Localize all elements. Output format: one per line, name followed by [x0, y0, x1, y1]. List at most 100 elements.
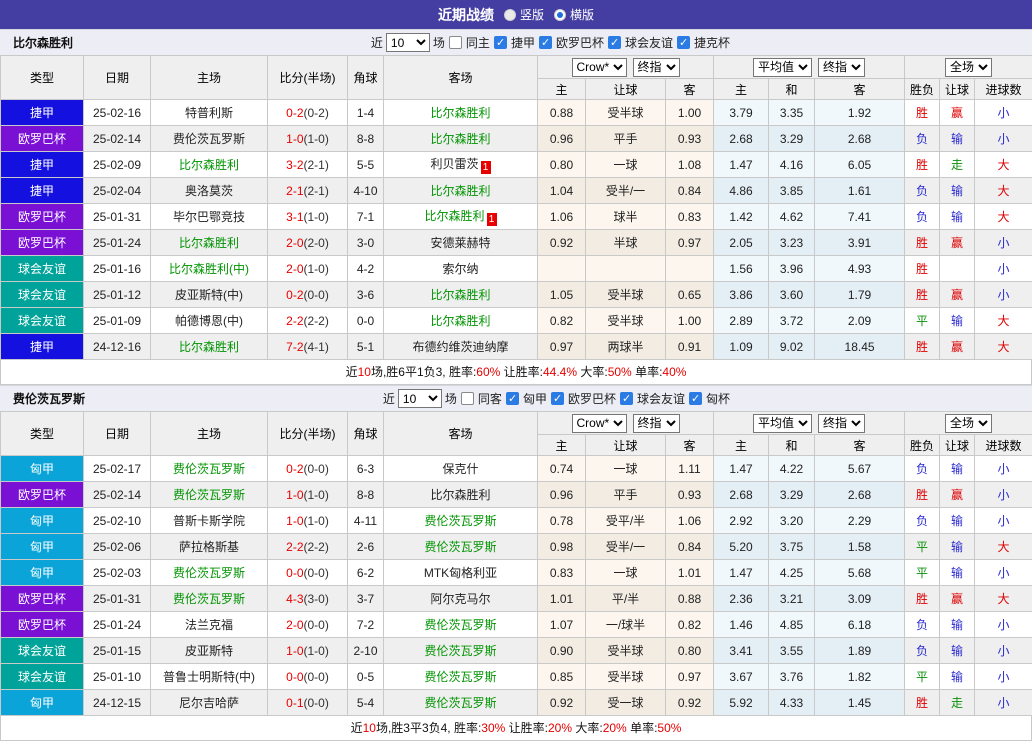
home-team[interactable]: 费伦茨瓦罗斯: [173, 462, 245, 476]
away-team[interactable]: 费伦茨瓦罗斯: [424, 618, 496, 632]
home-team[interactable]: 普斯卡斯学院: [173, 514, 245, 528]
league-filter-checkbox[interactable]: [689, 392, 702, 405]
home-team[interactable]: 皮亚斯特: [185, 644, 233, 658]
league-filter-checkbox[interactable]: [494, 36, 507, 49]
home-team[interactable]: 比尔森胜利: [179, 236, 239, 250]
league-filter-checkbox[interactable]: [551, 392, 564, 405]
final-odds-select-2[interactable]: 终指: [818, 414, 865, 433]
home-team[interactable]: 费伦茨瓦罗斯: [173, 592, 245, 606]
same-venue-checkbox[interactable]: [449, 36, 462, 49]
home-team[interactable]: 普鲁士明斯特(中): [163, 670, 255, 684]
away-team[interactable]: 利贝雷茨: [430, 157, 478, 171]
result-goals: 小: [975, 230, 1032, 256]
away-team[interactable]: 布德约维茨迪纳摩: [412, 340, 508, 354]
avg-draw: 3.23: [769, 230, 815, 256]
away-team[interactable]: 费伦茨瓦罗斯: [424, 540, 496, 554]
summary-text: 大率:: [572, 721, 603, 735]
away-team[interactable]: 保克什: [442, 462, 478, 476]
away-team[interactable]: 比尔森胜利: [430, 488, 490, 502]
home-team[interactable]: 萨拉格斯基: [179, 540, 239, 554]
result-handicap: 赢: [940, 230, 975, 256]
home-team[interactable]: 比尔森胜利: [179, 340, 239, 354]
summary-text: 近: [351, 721, 363, 735]
avg-home: 1.47: [714, 456, 769, 482]
away-team[interactable]: 比尔森胜利: [430, 288, 490, 302]
league-filter-label: 捷甲: [511, 34, 535, 51]
home-team[interactable]: 比尔森胜利: [179, 158, 239, 172]
league-filter-checkbox[interactable]: [539, 36, 552, 49]
home-team[interactable]: 毕尔巴鄂竞技: [173, 210, 245, 224]
home-team-cell: 特普利斯: [151, 100, 268, 126]
away-team[interactable]: 索尔纳: [442, 262, 478, 276]
col-header-2: 主场: [151, 412, 268, 456]
home-team[interactable]: 费伦茨瓦罗斯: [173, 488, 245, 502]
odds-handicap: 受半/一: [586, 178, 666, 204]
home-team[interactable]: 奥洛莫茨: [185, 184, 233, 198]
radio-unselected-icon[interactable]: [504, 9, 516, 21]
radio-vertical-layout[interactable]: 竖版: [504, 6, 544, 23]
odds-away: 0.93: [666, 126, 714, 152]
away-team[interactable]: 费伦茨瓦罗斯: [424, 696, 496, 710]
match-row: 球会友谊25-01-12皮亚斯特(中)0-2(0-0)3-6比尔森胜利1.05受…: [1, 282, 1032, 308]
red-card-icon: 1: [487, 213, 497, 226]
away-team[interactable]: MTK匈格利亚: [424, 566, 497, 580]
scope-select[interactable]: 全场: [945, 414, 992, 433]
home-team[interactable]: 法兰克福: [185, 618, 233, 632]
corner-score: 2-10: [348, 638, 384, 664]
away-team[interactable]: 比尔森胜利: [430, 184, 490, 198]
average-select[interactable]: 平均值: [753, 58, 812, 77]
home-team[interactable]: 特普利斯: [185, 106, 233, 120]
team-section-2: 费伦茨瓦罗斯近10场同客匈甲欧罗巴杯球会友谊匈杯类型日期主场比分(半场)角球客场…: [0, 385, 1032, 741]
odds-source-select[interactable]: Crow*: [572, 58, 627, 77]
home-team[interactable]: 帕德博恩(中): [175, 314, 243, 328]
away-team-cell: 比尔森胜利: [384, 100, 538, 126]
away-team[interactable]: 安德莱赫特: [430, 236, 490, 250]
result-handicap: 输: [940, 612, 975, 638]
radio-horizontal-layout[interactable]: 横版: [554, 6, 594, 23]
odds-home: 0.88: [538, 100, 586, 126]
halftime-score: (0-2): [304, 106, 329, 120]
red-card-icon: 1: [481, 161, 491, 174]
avg-away: 1.45: [815, 690, 905, 716]
home-team[interactable]: 费伦茨瓦罗斯: [173, 566, 245, 580]
away-team[interactable]: 比尔森胜利: [430, 132, 490, 146]
scope-select[interactable]: 全场: [945, 58, 992, 77]
avg-draw: 3.21: [769, 586, 815, 612]
home-team[interactable]: 尼尔吉哈萨: [179, 696, 239, 710]
home-team[interactable]: 费伦茨瓦罗斯: [173, 132, 245, 146]
match-date: 25-01-10: [84, 664, 151, 690]
odds-source-select[interactable]: Crow*: [572, 414, 627, 433]
league-filter-checkbox[interactable]: [608, 36, 621, 49]
away-team[interactable]: 费伦茨瓦罗斯: [424, 644, 496, 658]
summary-text: 单率:: [627, 721, 658, 735]
home-team[interactable]: 皮亚斯特(中): [175, 288, 243, 302]
final-odds-select[interactable]: 终指: [633, 58, 680, 77]
home-team[interactable]: 比尔森胜利(中): [169, 262, 249, 276]
away-team[interactable]: 阿尔克马尔: [430, 592, 490, 606]
final-odds-select[interactable]: 终指: [633, 414, 680, 433]
result-wdl: 胜: [905, 586, 940, 612]
league-filter-checkbox[interactable]: [620, 392, 633, 405]
odds-home: 0.96: [538, 482, 586, 508]
average-select[interactable]: 平均值: [753, 414, 812, 433]
same-venue-checkbox[interactable]: [461, 392, 474, 405]
away-team[interactable]: 比尔森胜利: [424, 209, 484, 223]
match-row: 球会友谊25-01-15皮亚斯特1-0(1-0)2-10费伦茨瓦罗斯0.90受半…: [1, 638, 1032, 664]
col-header-3: 比分(半场): [268, 412, 348, 456]
result-wdl: 胜: [905, 690, 940, 716]
odds-home: [538, 256, 586, 282]
league-filter-checkbox[interactable]: [506, 392, 519, 405]
away-team[interactable]: 比尔森胜利: [430, 106, 490, 120]
radio-selected-icon[interactable]: [554, 9, 566, 21]
match-count-select[interactable]: 10: [386, 33, 430, 52]
score-cell: 1-0(1-0): [268, 126, 348, 152]
match-count-select[interactable]: 10: [398, 389, 442, 408]
odds-handicap: 平手: [586, 126, 666, 152]
league-filter-checkbox[interactable]: [677, 36, 690, 49]
away-team[interactable]: 比尔森胜利: [430, 314, 490, 328]
away-team[interactable]: 费伦茨瓦罗斯: [424, 670, 496, 684]
final-odds-select-2[interactable]: 终指: [818, 58, 865, 77]
match-date: 25-01-24: [84, 230, 151, 256]
away-team[interactable]: 费伦茨瓦罗斯: [424, 514, 496, 528]
halftime-score: (1-0): [304, 132, 329, 146]
